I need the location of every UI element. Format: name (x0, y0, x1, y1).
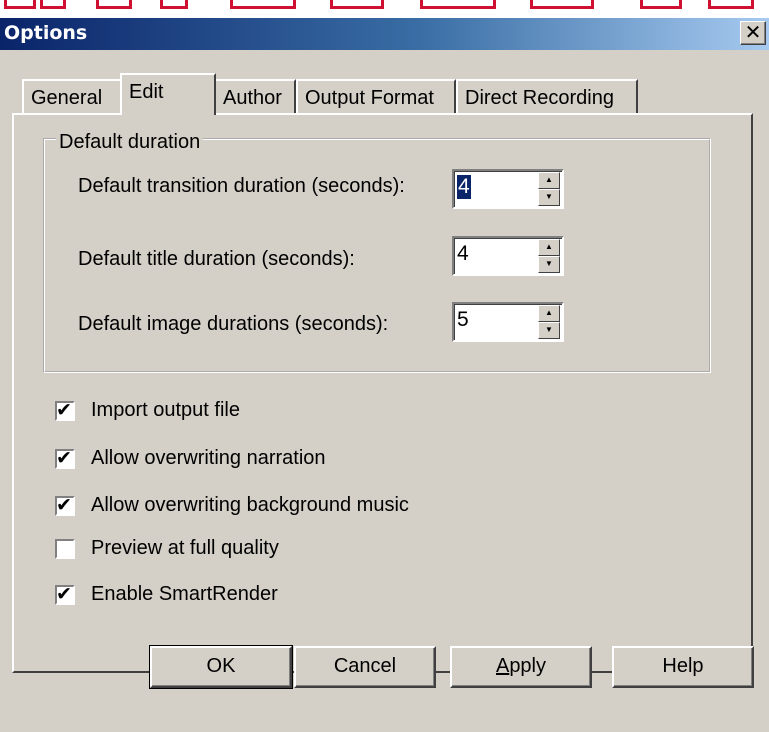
options-dialog: Options ✕ General Edit Author Output For… (0, 18, 769, 732)
spin-up-button[interactable]: ▲ (538, 305, 560, 322)
apply-label: pply (509, 655, 547, 677)
ok-button[interactable]: OK (149, 645, 293, 689)
apply-button[interactable]: Apply (450, 646, 592, 688)
background-page-strip (0, 0, 769, 20)
title-duration-label: Default title duration (seconds): (78, 248, 355, 270)
check-mark: ✔ (56, 399, 72, 421)
spin-buttons: ▲ ▼ (538, 305, 560, 339)
transition-duration-input[interactable]: 4 (457, 175, 471, 199)
tab-direct-recording[interactable]: Direct Recording (456, 79, 638, 113)
spin-down-button[interactable]: ▼ (538, 256, 560, 273)
background-fragment (40, 0, 66, 9)
transition-duration-label: Default transition duration (seconds): (78, 175, 405, 197)
check-mark: ✔ (56, 494, 72, 516)
spin-up-button[interactable]: ▲ (538, 239, 560, 256)
image-duration-spinner[interactable]: 5 ▲ ▼ (452, 302, 564, 342)
check-mark: ✔ (56, 583, 72, 605)
checkbox-label[interactable]: Import output file (91, 399, 240, 422)
checkbox-label[interactable]: Allow overwriting narration (91, 447, 326, 470)
title-duration-input[interactable]: 4 (457, 242, 469, 266)
spin-buttons: ▲ ▼ (538, 239, 560, 273)
tab-general[interactable]: General (22, 79, 124, 113)
image-duration-label: Default image durations (seconds): (78, 313, 389, 335)
spin-down-button[interactable]: ▼ (538, 322, 560, 339)
tab-edit[interactable]: Edit (120, 73, 216, 115)
image-duration-input[interactable]: 5 (457, 308, 469, 332)
background-fragment (230, 0, 296, 9)
title-bar[interactable]: Options ✕ (0, 18, 769, 50)
background-fragment (530, 0, 594, 9)
background-fragment (708, 0, 754, 9)
checkbox-box[interactable] (55, 539, 75, 559)
apply-accelerator: A (495, 655, 510, 677)
background-fragment (420, 0, 496, 9)
spin-up-button[interactable]: ▲ (538, 172, 560, 189)
close-button[interactable]: ✕ (740, 21, 766, 45)
spin-buttons: ▲ ▼ (538, 172, 560, 206)
transition-duration-spinner[interactable]: 4 ▲ ▼ (452, 169, 564, 209)
window-title: Options (4, 22, 88, 44)
background-fragment (4, 0, 36, 9)
help-button[interactable]: Help (612, 646, 754, 688)
spin-down-button[interactable]: ▼ (538, 189, 560, 206)
checkbox-box[interactable]: ✔ (55, 399, 75, 421)
background-fragment (160, 0, 188, 9)
checkbox-box[interactable]: ✔ (55, 494, 75, 516)
tab-output-format[interactable]: Output Format (296, 79, 456, 113)
checkbox-label[interactable]: Allow overwriting background music (91, 494, 409, 517)
background-fragment (640, 0, 682, 9)
checkbox-label[interactable]: Enable SmartRender (91, 583, 278, 606)
checkbox-box[interactable]: ✔ (55, 447, 75, 469)
checkbox-label[interactable]: Preview at full quality (91, 537, 279, 560)
background-fragment (330, 0, 384, 9)
title-duration-spinner[interactable]: 4 ▲ ▼ (452, 236, 564, 276)
background-fragment (96, 0, 132, 9)
tab-author[interactable]: Author (214, 79, 296, 113)
group-legend: Default duration (56, 131, 204, 154)
cancel-button[interactable]: Cancel (294, 646, 436, 688)
checkbox-box[interactable]: ✔ (55, 583, 75, 605)
check-mark: ✔ (56, 447, 72, 469)
